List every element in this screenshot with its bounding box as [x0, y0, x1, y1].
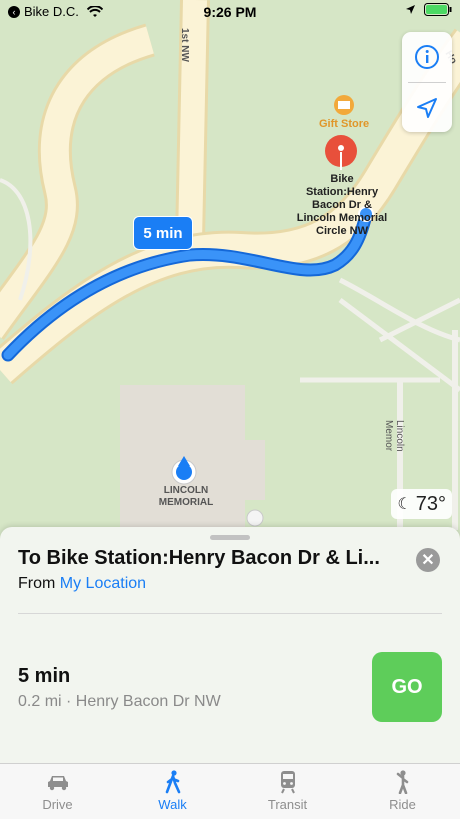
- landmark-label-line: MEMORIAL: [158, 497, 214, 508]
- close-icon: ✕: [421, 552, 435, 569]
- tab-label: Transit: [267, 797, 308, 812]
- route-details: 0.2 mi · Henry Bacon Dr NW: [18, 693, 221, 710]
- train-icon: [280, 771, 295, 794]
- status-right: [405, 3, 452, 16]
- directions-sheet: To Bike Station:Henry Bacon Dr & Li... F…: [0, 527, 460, 763]
- tab-ride[interactable]: Ride: [345, 764, 460, 819]
- info-icon: [415, 45, 439, 69]
- pin-label-line: Bacon Dr &: [312, 199, 372, 211]
- location-arrow-icon: [417, 98, 437, 118]
- track-location-button[interactable]: [402, 83, 452, 133]
- gift-store-label[interactable]: Gift Store: [319, 118, 369, 130]
- info-button[interactable]: [402, 32, 452, 82]
- sheet-divider: [18, 613, 442, 614]
- weather-temp: 73°: [415, 492, 446, 515]
- street-label-vertical: 1st NW: [179, 28, 190, 62]
- location-arrow-icon: [406, 5, 415, 14]
- pin-label-line: Circle NW: [316, 225, 368, 237]
- landmark-label[interactable]: LINCOLN MEMORIAL: [150, 485, 222, 509]
- street-label-right-side: Lincoln Memor: [383, 420, 405, 452]
- pin-label-line: Bike: [330, 173, 354, 185]
- weather-widget: ☾ 73°: [391, 489, 452, 519]
- map-controls: [402, 32, 452, 132]
- status-bar: ‹ Bike D.C. 9:26 PM: [0, 0, 460, 26]
- battery-icon: [424, 3, 452, 16]
- status-time: 9:26 PM: [203, 4, 257, 20]
- route-duration: 5 min: [18, 665, 71, 687]
- go-button[interactable]: GO: [372, 652, 442, 722]
- tab-label: Drive: [42, 797, 73, 812]
- destination-pin-label[interactable]: Bike Station:Henry Bacon Dr & Lincoln Me…: [286, 173, 398, 238]
- tab-walk[interactable]: Walk: [115, 764, 230, 819]
- sheet-grabber[interactable]: [210, 535, 250, 540]
- pin-label-line: Station:Henry: [305, 186, 379, 198]
- walk-icon: [165, 770, 180, 794]
- landmark-label-line: LINCOLN: [163, 485, 209, 496]
- transport-tab-bar: Drive Walk Transit Ride: [0, 763, 460, 819]
- tab-drive[interactable]: Drive: [0, 764, 115, 819]
- moon-cloud-icon: ☾: [397, 496, 412, 513]
- close-button[interactable]: ✕: [416, 548, 440, 572]
- tab-transit[interactable]: Transit: [230, 764, 345, 819]
- route-time-bubble[interactable]: 5 min: [133, 216, 193, 250]
- tab-label: Ride: [389, 797, 416, 812]
- car-icon: [47, 776, 68, 791]
- from-location-link[interactable]: My Location: [60, 575, 146, 592]
- tab-label: Walk: [158, 797, 187, 812]
- from-prefix: From: [18, 575, 56, 592]
- from-line: From My Location: [18, 575, 146, 593]
- pin-label-line: Lincoln Memorial: [296, 212, 388, 224]
- destination-title: To Bike Station:Henry Bacon Dr & Li...: [18, 547, 380, 569]
- ride-icon: [396, 770, 408, 794]
